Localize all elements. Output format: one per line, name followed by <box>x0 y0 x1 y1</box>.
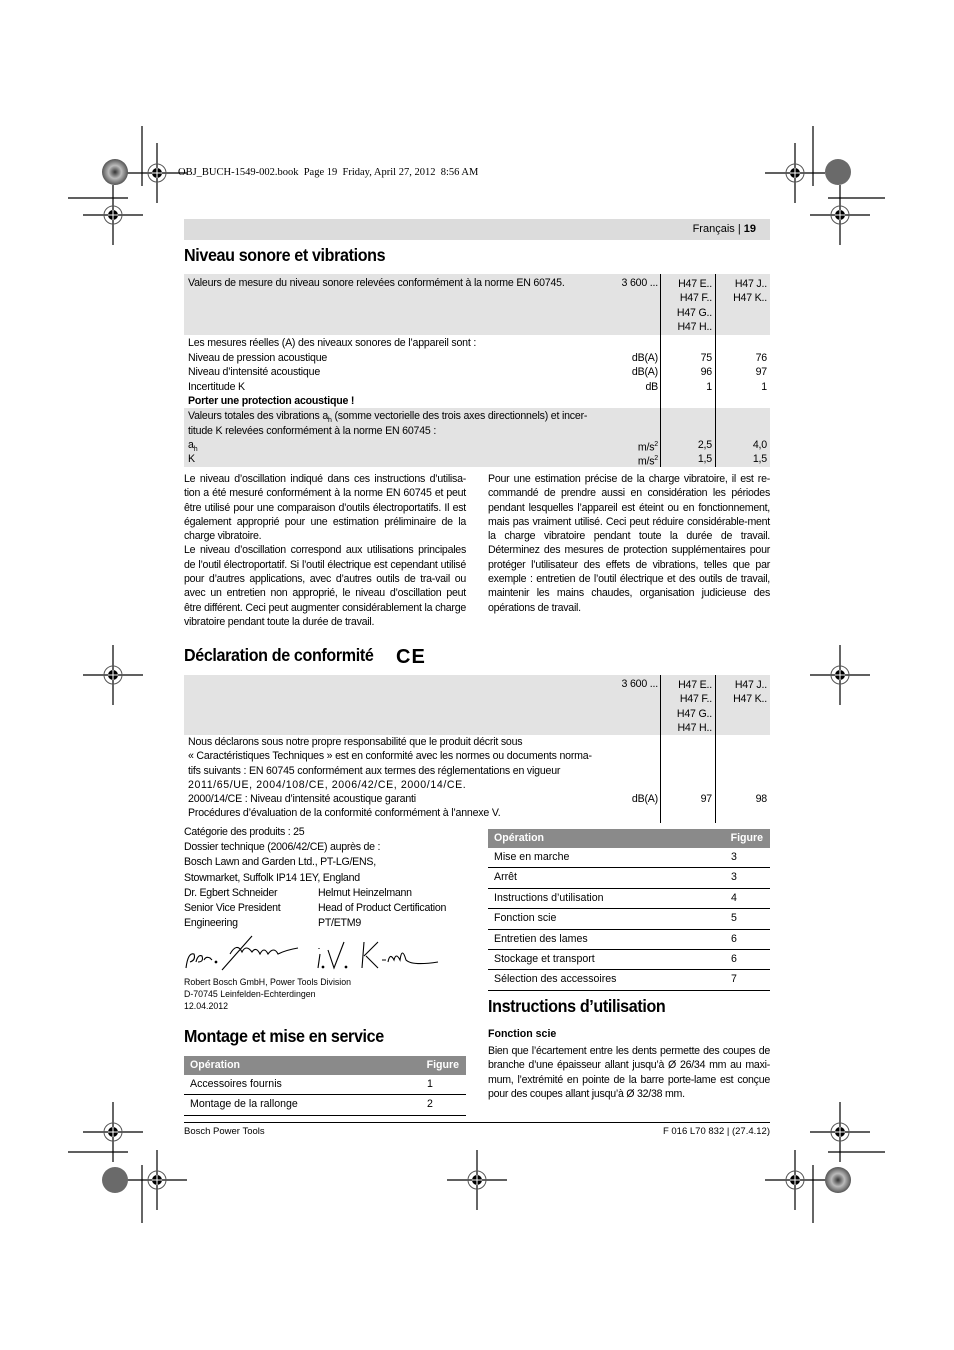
footer-brand: Bosch Power Tools <box>184 1126 265 1137</box>
vibration-paragraph-right: Pour une estimation précise de la charge… <box>488 473 770 614</box>
operation-table-header: Opération Figure <box>488 829 770 848</box>
saw-function-text: Bien que l’écartement entre les dents pe… <box>488 1045 770 1100</box>
vibration-paragraph-left: Le niveau d’oscillation indiqué dans ces… <box>184 473 466 628</box>
noise-table: Valeurs de mesure du niveau sonore relev… <box>184 274 770 468</box>
column-divider <box>715 274 717 467</box>
section-title-mounting: Montage et mise en service <box>184 1026 384 1046</box>
footer-divider <box>184 1122 770 1123</box>
vibration-intro-2: titude K relevées conformément à la norm… <box>188 424 437 437</box>
signature-2-icon <box>317 941 439 970</box>
registration-mark-icon <box>764 142 826 204</box>
registration-mark-icon <box>126 1149 188 1211</box>
table-row: Arrêt 3 <box>488 868 770 889</box>
table-row: Stockage et transport 6 <box>488 950 770 971</box>
table-row: Accessoires fournis 1 <box>184 1075 466 1096</box>
row-unit: dB <box>645 380 658 393</box>
gray-target-icon <box>825 159 851 185</box>
hearing-protection-warning: Porter une protection acoustique ! <box>188 395 355 407</box>
row-label: K <box>188 453 195 465</box>
color-target-icon <box>825 1167 851 1193</box>
page-label: Français | 19 <box>692 223 756 235</box>
row-label: Niveau de pression acoustique <box>188 351 328 364</box>
row-label: Incertitude K <box>188 380 245 393</box>
row-value: 96 <box>700 366 713 378</box>
vibration-rows: Valeurs totales des vibrations ah (somme… <box>184 408 770 468</box>
table-row: Mise en marche 3 <box>488 848 770 869</box>
registration-mark-icon <box>82 1101 144 1163</box>
row-value: 76 <box>755 351 768 364</box>
column-divider <box>715 675 717 823</box>
footer-doc-number: F 016 L70 832 | (27.4.12) <box>662 1126 770 1137</box>
registration-mark-icon <box>809 1101 871 1163</box>
measure-intro: Les mesures réelles (A) des niveaux sono… <box>188 337 477 349</box>
section-title-instructions: Instructions d’utilisation <box>488 996 666 1016</box>
noise-table-header: Valeurs de mesure du niveau sonore relev… <box>184 274 770 335</box>
models-col2: H47 J.. H47 K.. <box>733 679 767 706</box>
gray-target-icon <box>102 1167 128 1193</box>
table-row: Montage de la rallonge 2 <box>184 1095 466 1116</box>
table-row: Sélection des accessoires 7 <box>488 970 770 991</box>
noise-measures: Les mesures réelles (A) des niveaux sono… <box>184 335 770 408</box>
signer-2: Helmut Heinzelmann Head of Product Certif… <box>318 887 447 929</box>
print-slug: OBJ_BUCH-1549-002.book Page 19 Friday, A… <box>178 167 479 178</box>
row-value: 1,5 <box>752 453 767 465</box>
conformity-table: 3 600 ... H47 E.. H47 F.. H47 G.. H47 H.. H… <box>184 675 770 823</box>
product-category: Catégorie des produits : 25 <box>184 826 305 838</box>
mounting-table-header: Opération Figure <box>184 1056 466 1075</box>
conformity-details: Catégorie des produits : 25 Dossier tech… <box>184 826 381 884</box>
column-divider <box>660 274 662 467</box>
table-row: Instructions d’utilisation 4 <box>488 889 770 910</box>
models-col1: H47 E.. H47 F.. H47 G.. H47 H.. <box>676 679 712 734</box>
model-prefix: 3 600 ... <box>621 678 659 690</box>
ce-mark-icon: CE <box>396 646 426 668</box>
row-unit: dB(A) <box>631 366 658 378</box>
conformity-table-header: 3 600 ... H47 E.. H47 F.. H47 G.. H47 H.. H… <box>184 675 770 735</box>
signature-1-icon <box>185 935 299 971</box>
model-prefix: 3 600 ... <box>621 277 659 289</box>
row-value: 4,0 <box>752 439 767 451</box>
row-value: 97 <box>700 793 713 805</box>
registration-mark-icon <box>82 644 144 706</box>
row-unit: dB(A) <box>631 351 658 364</box>
models-col1: H47 E.. H47 F.. H47 G.. H47 H.. <box>676 278 712 333</box>
conformity-statement: Nous déclarons sous notre propre respons… <box>184 735 770 823</box>
mounting-table: Opération Figure Accessoires fournis 1 Mo… <box>184 1056 466 1116</box>
row-unit: dB(A) <box>631 793 658 805</box>
registration-mark-icon <box>446 1149 508 1211</box>
subsection-saw-function: Fonction scie <box>488 1028 557 1040</box>
column-divider <box>660 675 662 823</box>
color-target-icon <box>102 159 128 185</box>
statement-lines: Nous déclarons sous notre propre respons… <box>188 736 592 820</box>
registration-mark-icon <box>82 184 144 246</box>
noise-intro: Valeurs de mesure du niveau sonore relev… <box>188 277 565 289</box>
row-label: Niveau d’intensité acoustique <box>188 366 321 378</box>
row-value: 1 <box>706 380 712 393</box>
section-title-conformity: Déclaration de conformité <box>184 645 374 665</box>
registration-mark-icon <box>809 644 871 706</box>
row-value: 75 <box>700 351 713 364</box>
company-address: Robert Bosch GmbH, Power Tools Division D… <box>184 977 352 1011</box>
signer-1: Dr. Egbert Schneider Senior Vice Presiden… <box>184 887 281 929</box>
table-row: Fonction scie 5 <box>488 909 770 930</box>
page-header: Français | 19 <box>184 219 770 240</box>
models-col2: H47 J.. H47 K.. <box>733 278 767 305</box>
row-value: 1,5 <box>697 453 712 465</box>
row-unit: m/s2 <box>637 455 658 468</box>
table-row: Entretien des lames 6 <box>488 930 770 950</box>
registration-mark-icon <box>809 184 871 246</box>
row-value: 97 <box>755 366 768 378</box>
row-value: 2,5 <box>697 439 712 451</box>
row-value: 98 <box>755 793 768 805</box>
operation-table: Opération Figure Mise en marche 3 Arrêt 3 … <box>488 829 770 991</box>
row-value: 1 <box>761 380 767 393</box>
signatures <box>185 935 439 971</box>
registration-mark-icon <box>764 1149 826 1211</box>
section-title-noise: Niveau sonore et vibrations <box>184 245 386 265</box>
